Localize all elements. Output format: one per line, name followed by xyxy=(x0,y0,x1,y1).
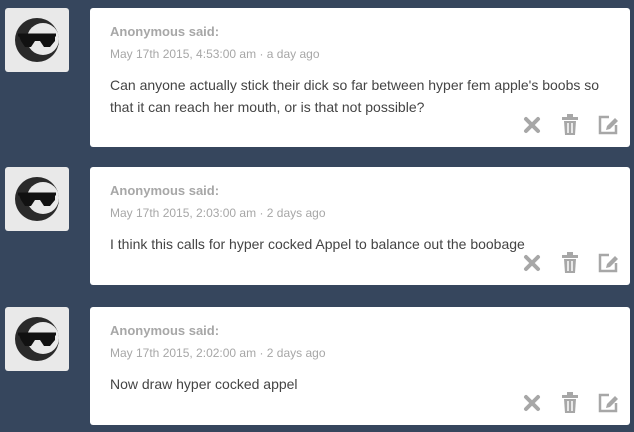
delete-x-icon xyxy=(524,117,540,133)
delete-button[interactable] xyxy=(520,251,544,275)
sunglasses-face-icon xyxy=(15,18,59,62)
trash-icon xyxy=(562,252,578,273)
author-name: Anonymous said: xyxy=(110,183,220,198)
sunglasses-face-icon xyxy=(15,317,59,361)
trash-button[interactable] xyxy=(558,113,582,137)
trash-button[interactable] xyxy=(558,251,582,275)
message-card: Anonymous said: May 17th 2015, 2:02:00 a… xyxy=(90,307,630,425)
edit-button[interactable] xyxy=(596,113,620,137)
relative-time: a day ago xyxy=(266,47,320,61)
avatar[interactable] xyxy=(5,8,69,72)
delete-button[interactable] xyxy=(520,113,544,137)
delete-x-icon xyxy=(524,395,540,411)
author-name: Anonymous said: xyxy=(110,24,220,39)
edit-icon xyxy=(598,393,618,413)
avatar[interactable] xyxy=(5,307,69,371)
sunglasses-face-icon xyxy=(15,177,59,221)
post-actions xyxy=(520,113,620,137)
post-timestamp: May 17th 2015, 4:53:00 am · a day ago xyxy=(110,47,320,61)
post-timestamp: May 17th 2015, 2:02:00 am · 2 days ago xyxy=(110,346,326,360)
date: May 17th 2015, 2:02:00 am xyxy=(110,346,257,360)
trash-button[interactable] xyxy=(558,391,582,415)
edit-icon xyxy=(598,115,618,135)
relative-time: 2 days ago xyxy=(266,206,326,220)
message-card: Anonymous said: May 17th 2015, 4:53:00 a… xyxy=(90,8,630,147)
post-actions xyxy=(520,391,620,415)
trash-icon xyxy=(562,114,578,135)
trash-icon xyxy=(562,392,578,413)
edit-button[interactable] xyxy=(596,251,620,275)
delete-button[interactable] xyxy=(520,391,544,415)
message-card: Anonymous said: May 17th 2015, 2:03:00 a… xyxy=(90,167,630,285)
message-text: Can anyone actually stick their dick so … xyxy=(110,77,600,115)
post-actions xyxy=(520,251,620,275)
post-timestamp: May 17th 2015, 2:03:00 am · 2 days ago xyxy=(110,206,326,220)
author-name: Anonymous said: xyxy=(110,323,220,338)
relative-time: 2 days ago xyxy=(266,346,326,360)
date: May 17th 2015, 2:03:00 am xyxy=(110,206,257,220)
date: May 17th 2015, 4:53:00 am xyxy=(110,47,257,61)
avatar[interactable] xyxy=(5,167,69,231)
edit-button[interactable] xyxy=(596,391,620,415)
delete-x-icon xyxy=(524,255,540,271)
edit-icon xyxy=(598,253,618,273)
